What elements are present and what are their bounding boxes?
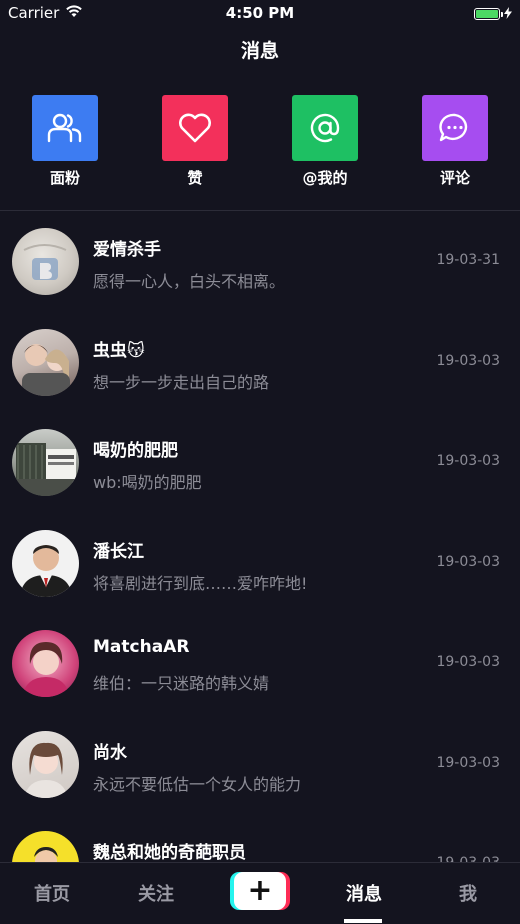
message-preview: 愿得一心人，白头不相离。 <box>93 272 286 291</box>
create-button[interactable]: + <box>230 872 290 910</box>
category-likes-tile <box>162 95 228 161</box>
avatar <box>12 529 79 597</box>
page-title: 消息 <box>240 40 279 62</box>
message-date: 19-03-03 <box>436 654 500 670</box>
category-comments-label: 评论 <box>439 169 470 187</box>
avatar <box>12 429 79 496</box>
message-list: 爱情杀手 愿得一心人，白头不相离。 19-03-31 虫虫😽 想一步一步走出自己… <box>0 211 520 862</box>
tab-home[interactable]: 首页 <box>0 880 104 906</box>
status-right <box>474 5 512 23</box>
tab-messages[interactable]: 消息 <box>312 880 416 906</box>
tab-bar: 首页 关注 + 消息 我 <box>0 862 520 924</box>
heart-icon <box>179 113 211 143</box>
status-bar: Carrier 4:50 PM <box>0 0 520 26</box>
message-date: 19-03-03 <box>436 754 500 771</box>
message-preview: 想一步一步走出自己的路 <box>93 372 270 392</box>
message-date: 19-03-31 <box>436 252 500 268</box>
sender-name: 尚水 <box>93 742 127 763</box>
message-preview: wb:喝奶的肥肥 <box>93 473 202 492</box>
users-icon <box>47 113 82 143</box>
message-row[interactable]: 虫虫😽 想一步一步走出自己的路 19-03-03 <box>0 312 520 413</box>
active-tab-indicator <box>344 919 382 923</box>
avatar <box>12 831 79 862</box>
category-likes[interactable]: 赞 <box>162 95 228 188</box>
tab-following[interactable]: 关注 <box>104 880 208 906</box>
category-fans-tile <box>32 95 98 161</box>
message-row[interactable]: 潘长江 将喜剧进行到底……爱咋咋地! 19-03-03 <box>0 513 520 614</box>
category-row: 面粉 赞 @我的 评论 <box>0 95 520 190</box>
category-likes-label: 赞 <box>187 169 203 187</box>
category-mentions-tile <box>292 95 358 161</box>
message-row[interactable]: 喝奶的肥肥 wb:喝奶的肥肥 19-03-03 <box>0 412 520 513</box>
tab-me[interactable]: 我 <box>416 880 520 906</box>
charging-icon <box>504 5 512 23</box>
message-date: 19-03-03 <box>436 352 500 369</box>
sender-name: 爱情杀手 <box>93 240 161 260</box>
category-comments[interactable]: 评论 <box>422 95 488 188</box>
at-icon <box>310 113 340 143</box>
sender-name: 虫虫😽 <box>93 340 145 361</box>
message-date: 19-03-03 <box>436 453 500 469</box>
sender-name: 喝奶的肥肥 <box>93 441 178 461</box>
comment-icon <box>439 113 468 142</box>
message-date: 19-03-03 <box>436 553 500 570</box>
message-row[interactable]: 尚水 永远不要低估一个女人的能力 19-03-03 <box>0 714 520 815</box>
category-comments-tile <box>422 95 488 161</box>
category-mentions-label: @我的 <box>302 169 348 187</box>
plus-icon: + <box>234 872 286 910</box>
message-row[interactable]: 魏总和她的奇葩职员 19-03-03 <box>0 814 520 862</box>
sender-name: 魏总和她的奇葩职员 <box>93 843 246 862</box>
category-fans[interactable]: 面粉 <box>32 95 98 188</box>
message-date: 19-03-03 <box>436 855 500 862</box>
avatar <box>12 730 79 798</box>
sender-name: MatchaAR <box>93 637 190 657</box>
status-time: 4:50 PM <box>225 4 295 22</box>
category-mentions[interactable]: @我的 <box>292 95 358 188</box>
message-preview: 永远不要低估一个女人的能力 <box>93 774 302 794</box>
message-preview: 维伯：一只迷路的韩义婧 <box>93 674 270 693</box>
battery-icon <box>474 8 503 20</box>
avatar <box>12 228 79 295</box>
avatar <box>12 328 79 396</box>
message-row[interactable]: MatchaAR 维伯：一只迷路的韩义婧 19-03-03 <box>0 613 520 714</box>
category-fans-label: 面粉 <box>49 169 80 187</box>
message-row[interactable]: 爱情杀手 愿得一心人，白头不相离。 19-03-31 <box>0 211 520 312</box>
sender-name: 潘长江 <box>93 541 144 562</box>
avatar <box>12 630 79 697</box>
message-preview: 将喜剧进行到底……爱咋咋地! <box>93 573 308 593</box>
